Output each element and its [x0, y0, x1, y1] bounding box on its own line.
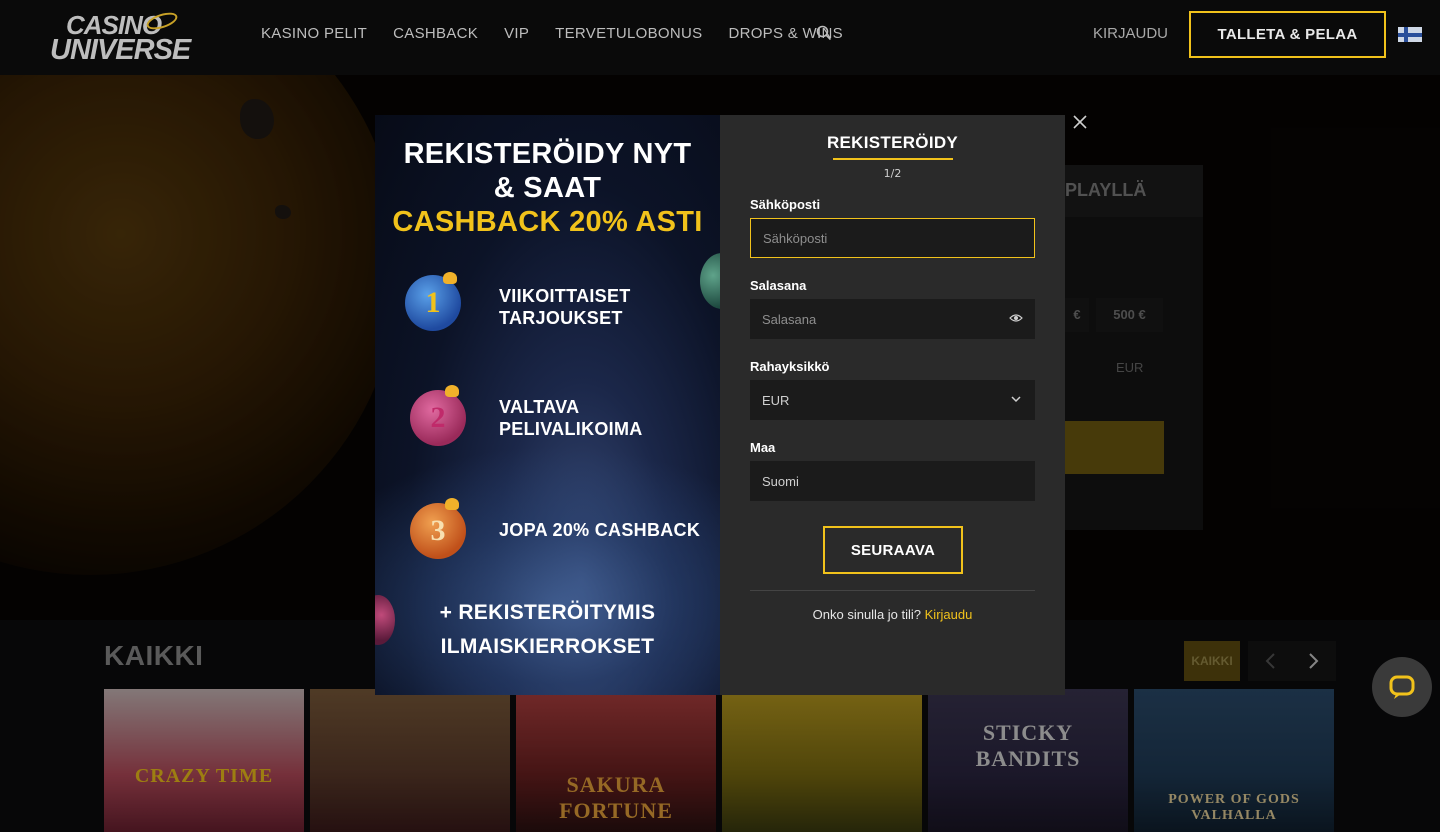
login-prompt-text: Onko sinulla jo tili? [812, 607, 925, 622]
promo-headline-cashback: CASHBACK 20% ASTI [392, 206, 703, 238]
logo-text-bottom: UNIVERSE [50, 34, 191, 66]
casino-universe-logo[interactable]: CASINO UNIVERSE [48, 9, 191, 68]
country-value: Suomi [762, 473, 799, 489]
login-prompt: Onko sinulla jo tili? Kirjaudu [720, 607, 1065, 622]
email-field[interactable] [750, 218, 1035, 258]
country-field[interactable]: Suomi [750, 461, 1035, 501]
feature-game-selection: VALTAVA PELIVALIKOIMA [499, 396, 643, 440]
password-input[interactable] [762, 311, 1023, 327]
currency-selected-value: EUR [762, 392, 790, 408]
feature-weekly-offers: VIIKOITTAISET TARJOUKSET [499, 285, 631, 329]
show-password-eye-icon[interactable] [1009, 313, 1023, 323]
password-field[interactable] [750, 299, 1035, 339]
promo-headline-line1: REKISTERÖIDY NYT [403, 138, 692, 170]
close-icon[interactable] [1071, 113, 1089, 131]
next-button[interactable]: SEURAAVA [823, 526, 963, 574]
planet-image [700, 253, 720, 309]
feature-cashback: JOPA 20% CASHBACK [499, 519, 700, 541]
promo-panel: REKISTERÖIDY NYT & SAAT CASHBACK 20% AST… [375, 115, 720, 695]
feature-text: JOPA 20% CASHBACK [499, 520, 701, 540]
deposit-and-play-button[interactable]: TALLETA & PELAA [1189, 11, 1386, 58]
promo-bonus-line1: + REKISTERÖITYMIS [439, 601, 656, 624]
promo-headline-line2: & SAAT [493, 172, 602, 204]
search-icon[interactable] [816, 25, 832, 41]
nav-item-kasino-pelit[interactable]: KASINO PELIT [261, 24, 367, 44]
currency-select[interactable]: EUR [750, 380, 1035, 420]
chat-bubble-icon [1389, 675, 1415, 699]
feature-text: PELIVALIKOIMA [499, 419, 643, 439]
title-underline [833, 158, 953, 160]
login-link-form[interactable]: Kirjaudu [925, 607, 973, 622]
planet-number-3-icon: 3 [410, 503, 466, 559]
form-divider [750, 590, 1035, 591]
form-step-indicator: 1/2 [883, 167, 902, 180]
feature-number: 1 [425, 286, 441, 319]
currency-label: Rahayksikkö [750, 359, 830, 374]
nav-item-cashback[interactable]: CASHBACK [393, 24, 478, 44]
feature-number: 3 [430, 514, 446, 547]
login-link[interactable]: KIRJAUDU [1093, 24, 1168, 44]
main-nav: KASINO PELIT CASHBACK VIP TERVETULOBONUS… [261, 24, 869, 44]
site-header: CASINO UNIVERSE KASINO PELIT CASHBACK VI… [0, 0, 1440, 75]
country-label: Maa [750, 440, 776, 455]
feature-text: TARJOUKSET [499, 308, 623, 328]
email-label: Sähköposti [750, 197, 821, 212]
planet-number-2-icon: 2 [410, 390, 466, 446]
chat-button[interactable] [1372, 657, 1432, 717]
feature-text: VALTAVA [499, 397, 580, 417]
password-label: Salasana [750, 278, 807, 293]
email-input[interactable] [763, 230, 1022, 246]
nav-item-vip[interactable]: VIP [504, 24, 529, 44]
chevron-down-icon [1011, 396, 1021, 403]
nav-item-tervetulobonus[interactable]: TERVETULOBONUS [555, 24, 702, 44]
form-title: REKISTERÖIDY [826, 133, 959, 152]
feature-number: 2 [430, 401, 446, 434]
promo-bonus-line2: ILMAISKIERROKSET [440, 635, 655, 658]
finland-flag-icon[interactable] [1398, 27, 1422, 42]
feature-text: VIIKOITTAISET [499, 286, 631, 306]
registration-form: REKISTERÖIDY 1/2 Sähköposti Salasana Rah… [720, 115, 1065, 695]
